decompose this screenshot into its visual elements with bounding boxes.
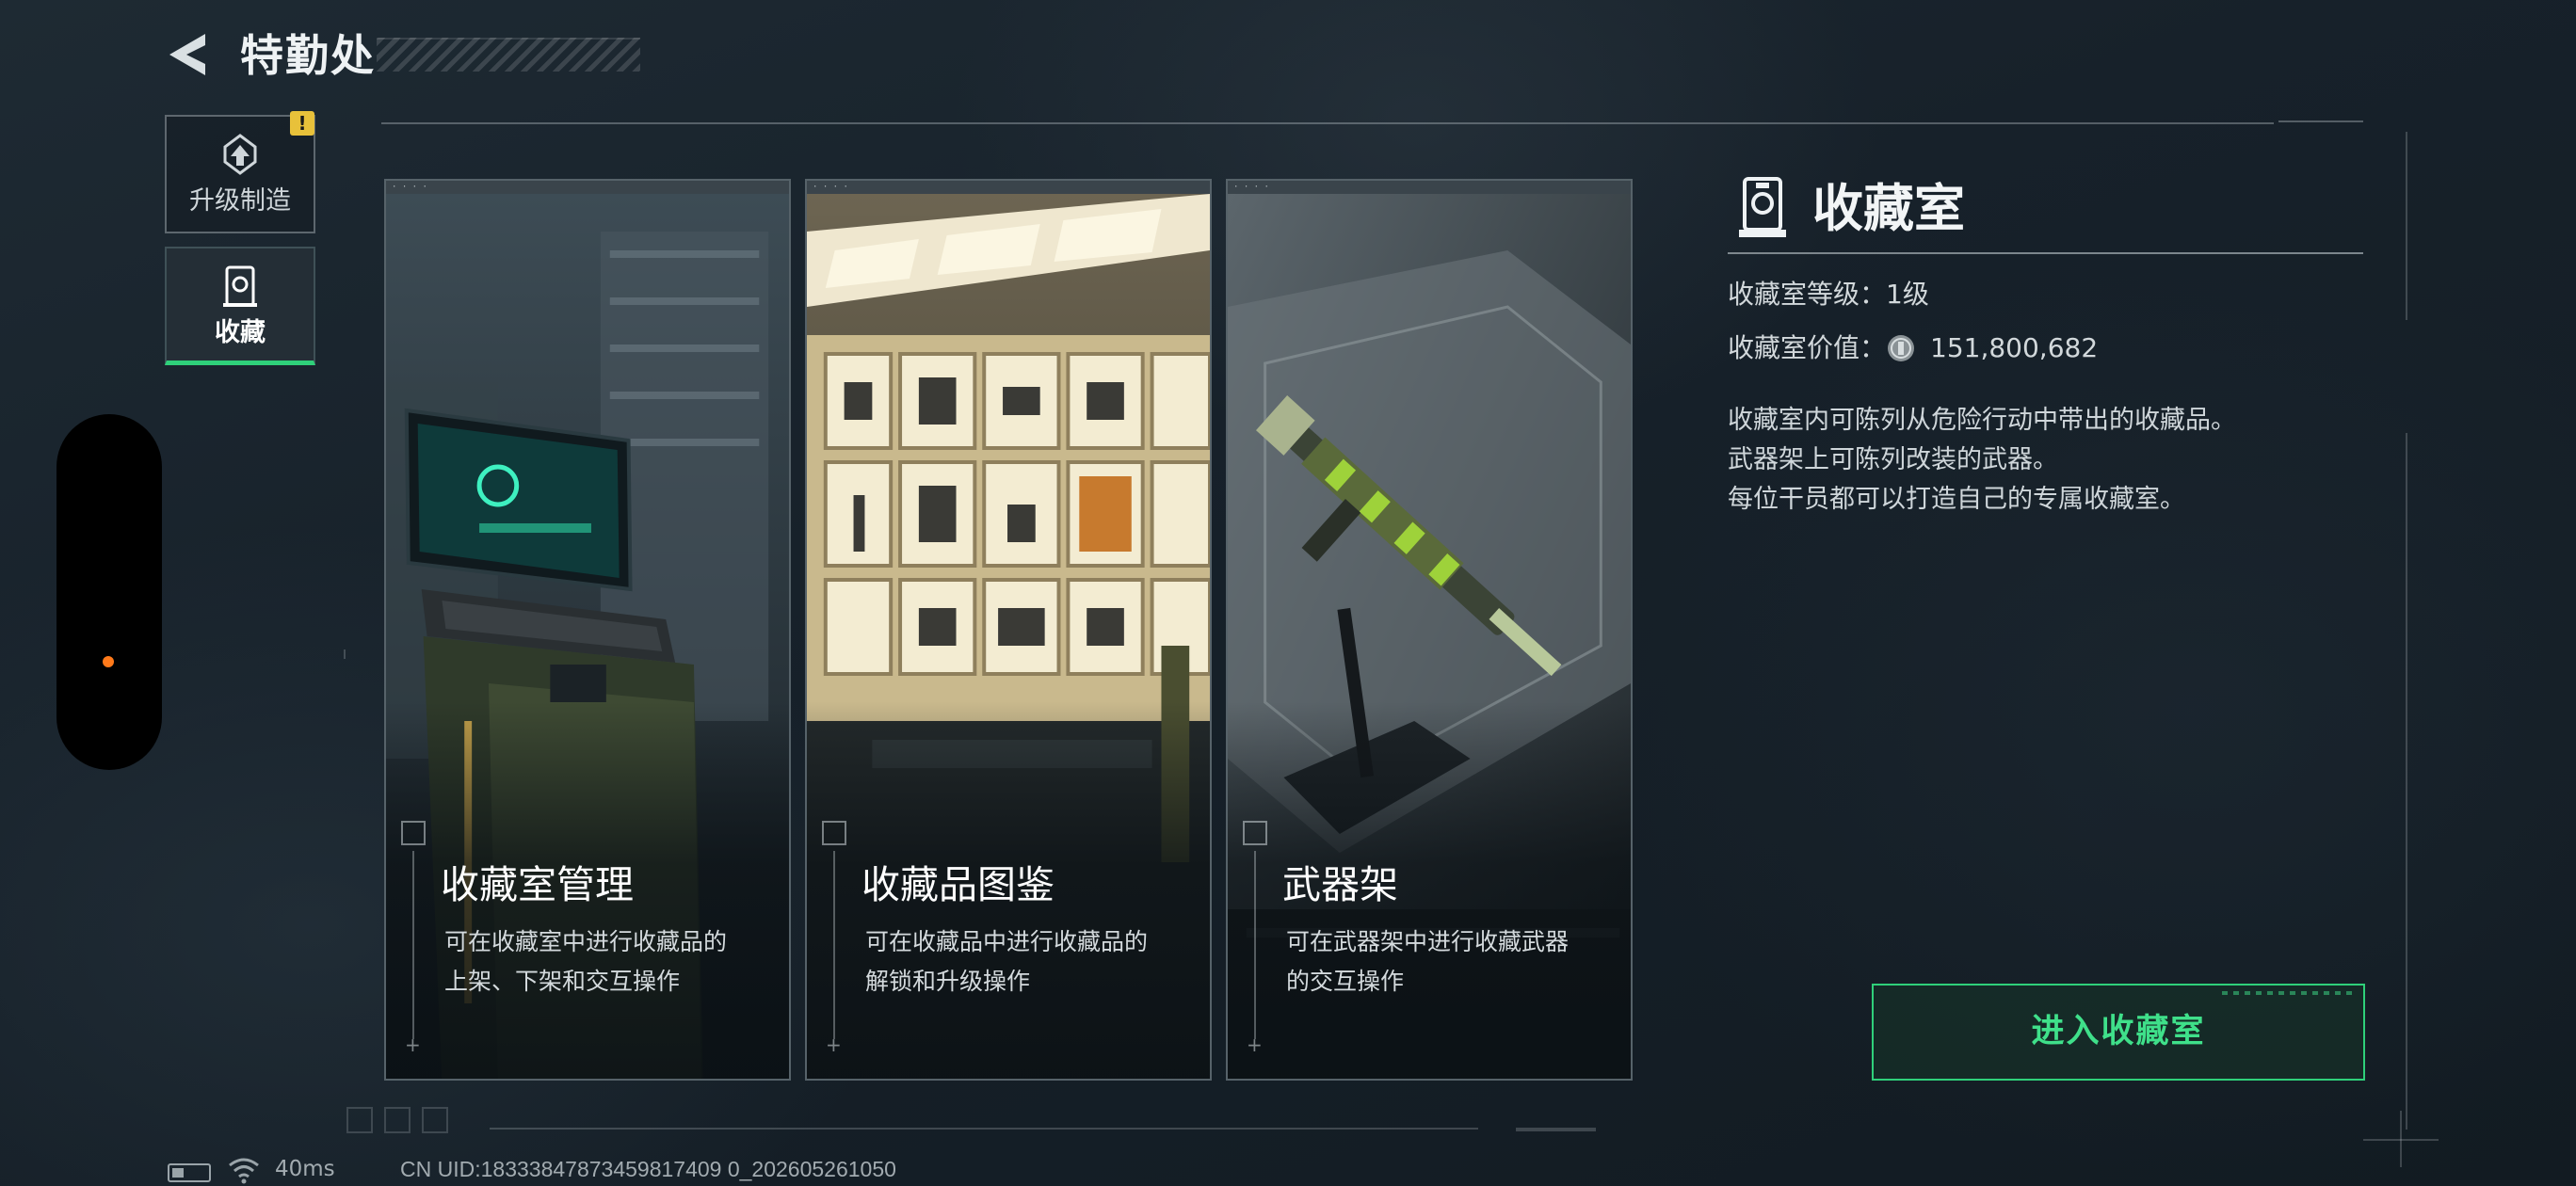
frame-decoration bbox=[344, 649, 346, 659]
top-divider-end bbox=[2278, 120, 2363, 126]
plus-mark: + bbox=[405, 1034, 421, 1056]
card-title: 武器架 bbox=[1282, 862, 1398, 907]
floating-edge-handle[interactable] bbox=[56, 414, 162, 770]
frame-square bbox=[422, 1107, 448, 1133]
frame-decoration bbox=[490, 1128, 1478, 1130]
collection-value: 151,800,682 bbox=[1930, 332, 2099, 363]
info-description: 收藏室内可陈列从危险行动中带出的收藏品。 武器架上可陈列改装的武器。 每位干员都… bbox=[1728, 406, 2236, 514]
ping-readout: 40ms bbox=[275, 1157, 335, 1181]
sidebar-item-label: 收藏 bbox=[215, 318, 266, 347]
collection-value-label: 收藏室价值： bbox=[1728, 332, 1887, 363]
enter-button-label: 进入收藏室 bbox=[2031, 1013, 2206, 1050]
collection-level: 收藏室等级：1级 bbox=[1728, 279, 1929, 310]
frame-decoration bbox=[2400, 1111, 2402, 1167]
collection-icon bbox=[223, 265, 257, 307]
card-description: 可在收藏品中进行收藏品的 解锁和升级操作 bbox=[865, 928, 1149, 995]
card-description: 可在收藏室中进行收藏品的 上架、下架和交互操作 bbox=[444, 928, 728, 995]
info-divider bbox=[1728, 252, 2363, 254]
card-description: 可在武器架中进行收藏武器 的交互操作 bbox=[1286, 928, 1570, 995]
card-accent-line bbox=[412, 851, 414, 1039]
user-uid: CN UID:18333847873459817409 0_2026052610… bbox=[400, 1157, 896, 1181]
frame-square bbox=[384, 1107, 411, 1133]
expand-corner-icon bbox=[401, 821, 426, 845]
card-title: 收藏室管理 bbox=[441, 862, 634, 907]
currency-coin-icon bbox=[1888, 335, 1914, 361]
card-collection-catalogue[interactable]: · · · · bbox=[805, 179, 1212, 1081]
indicator-dot bbox=[103, 656, 114, 667]
enter-collection-room-button[interactable]: 进入收藏室 bbox=[1872, 984, 2365, 1081]
wifi-icon bbox=[229, 1158, 259, 1184]
button-decoration bbox=[2222, 991, 2354, 995]
title-stripes-decoration bbox=[377, 38, 640, 72]
card-weapon-rack[interactable]: · · · · + 武器 bbox=[1226, 179, 1633, 1081]
frame-decoration bbox=[1516, 1128, 1596, 1131]
card-title: 收藏品图鉴 bbox=[861, 862, 1055, 907]
battery-icon bbox=[168, 1163, 211, 1182]
plus-mark: + bbox=[826, 1034, 842, 1056]
card-accent-line bbox=[1254, 851, 1256, 1039]
frame-square bbox=[346, 1107, 373, 1133]
sidebar-item-collection[interactable]: 收藏 bbox=[165, 247, 315, 365]
plus-mark: + bbox=[1247, 1034, 1263, 1056]
frame-decoration bbox=[2406, 132, 2407, 320]
back-arrow-icon[interactable] bbox=[162, 28, 215, 81]
frame-decoration bbox=[2406, 433, 2407, 1130]
page-title: 特勤处 bbox=[240, 30, 376, 81]
sidebar-item-label: 升级制造 bbox=[189, 186, 291, 216]
card-collection-room-management[interactable]: · · · · + 收藏室管理 可在 bbox=[384, 179, 791, 1081]
top-divider bbox=[381, 122, 2274, 124]
collection-room-icon bbox=[1739, 177, 1786, 237]
expand-corner-icon bbox=[1243, 821, 1267, 845]
info-title: 收藏室 bbox=[1812, 179, 1965, 238]
alert-badge: ! bbox=[290, 111, 314, 136]
expand-corner-icon bbox=[822, 821, 846, 845]
card-accent-line bbox=[833, 851, 835, 1039]
upgrade-icon bbox=[223, 134, 257, 175]
